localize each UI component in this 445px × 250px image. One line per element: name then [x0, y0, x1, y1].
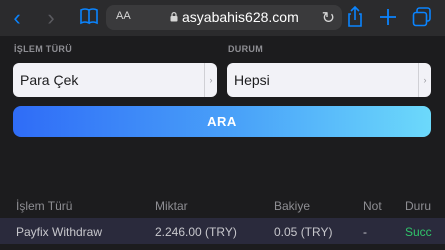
back-icon[interactable]: ‹	[4, 4, 30, 32]
status-select[interactable]: Hepsi ›	[227, 63, 431, 97]
transaction-type-select[interactable]: Para Çek ›	[13, 63, 217, 97]
column-header-type: İşlem Türü	[16, 199, 73, 213]
chevron-down-icon: ›	[418, 63, 431, 97]
chevron-down-icon: ›	[204, 63, 217, 97]
text-size-button[interactable]: AA	[116, 10, 131, 22]
search-button[interactable]: ARA	[13, 106, 431, 137]
transaction-type-label: İŞLEM TÜRÜ	[14, 44, 72, 54]
column-header-status: Duru	[405, 199, 432, 213]
book-icon[interactable]	[79, 5, 99, 27]
transaction-type-value: Para Çek	[20, 72, 79, 88]
table-header: İşlem Türü Miktar Bakiye Not Duru	[0, 195, 445, 215]
status-label: DURUM	[228, 44, 263, 54]
page-content: İŞLEM TÜRÜ Para Çek › DURUM Hepsi › ARA …	[0, 36, 445, 250]
row-balance: 0.05 (TRY)	[274, 225, 333, 239]
address-bar[interactable]: AA asyabahis628.com ↻	[106, 5, 342, 30]
share-icon[interactable]	[346, 5, 364, 29]
row-note: -	[363, 225, 367, 239]
new-tab-icon[interactable]	[378, 5, 398, 29]
tabs-icon[interactable]	[412, 5, 432, 29]
reload-icon[interactable]: ↻	[322, 8, 335, 28]
row-type: Payfix Withdraw	[16, 225, 103, 239]
row-amount: 2.246.00 (TRY)	[155, 225, 237, 239]
browser-toolbar: ‹ › AA asyabahis628.com ↻	[0, 0, 445, 36]
url-text: asyabahis628.com	[182, 9, 299, 25]
status-value: Hepsi	[234, 72, 270, 88]
lock-icon	[170, 12, 178, 22]
row-status: Succ	[405, 225, 432, 239]
column-header-note: Not	[363, 199, 382, 213]
column-header-balance: Bakiye	[274, 199, 311, 213]
table-row[interactable]: Payfix Withdraw 2.246.00 (TRY) 0.05 (TRY…	[0, 218, 445, 244]
column-header-amount: Miktar	[155, 199, 188, 213]
forward-icon[interactable]: ›	[38, 4, 64, 32]
